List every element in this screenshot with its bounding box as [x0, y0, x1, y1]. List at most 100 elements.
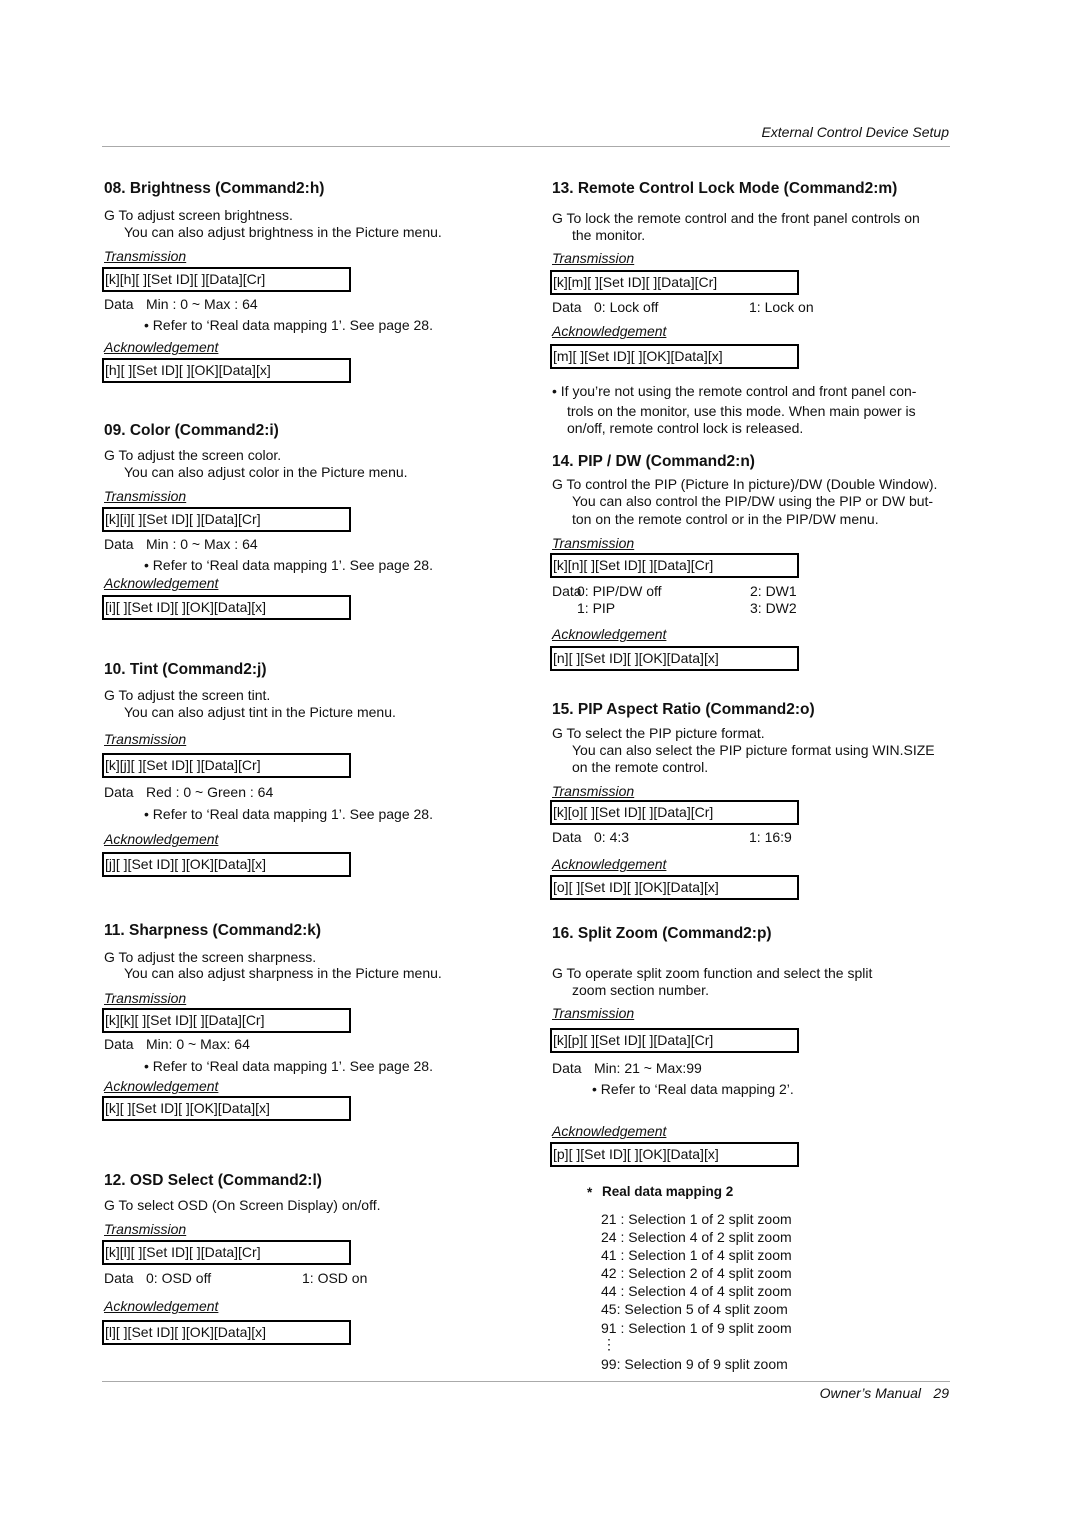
transmission-label: Transmission	[552, 1005, 635, 1021]
transmission-label: Transmission	[552, 250, 635, 266]
data-value-alt: 2: DW1	[750, 583, 797, 599]
acknowledgement-label: Acknowledgement	[104, 1078, 219, 1094]
note-line: • If you’re not using the remote control…	[552, 383, 917, 399]
description-line: G To control the PIP (Picture In picture…	[552, 476, 938, 492]
footer-label: Owner’s Manual	[819, 1385, 921, 1401]
acknowledgement-code-box: [o][ ][Set ID][ ][OK][Data][x]	[550, 875, 799, 900]
transmission-code-box: [k][m][ ][Set ID][ ][Data][Cr]	[550, 270, 799, 295]
description-line: You can also adjust brightness in the Pi…	[124, 224, 442, 240]
transmission-code-box: [k][h][ ][Set ID][ ][Data][Cr]	[102, 267, 351, 292]
section-title: 11. Sharpness (Command2:k)	[104, 922, 322, 939]
data-label: Data	[104, 536, 134, 552]
mapping-row: 99: Selection 9 of 9 split zoom	[601, 1356, 788, 1372]
acknowledgement-label: Acknowledgement	[552, 856, 667, 872]
transmission-label: Transmission	[104, 731, 187, 747]
data-value-alt: 1: 16:9	[749, 829, 792, 845]
section-title: 10. Tint (Command2:j)	[104, 661, 267, 678]
footer-divider	[102, 1381, 950, 1382]
transmission-code-box: [k][l][ ][Set ID][ ][Data][Cr]	[102, 1240, 351, 1265]
section-title: 13. Remote Control Lock Mode (Command2:m…	[552, 180, 898, 197]
transmission-label: Transmission	[104, 248, 187, 264]
section-title: 08. Brightness (Command2:h)	[104, 180, 325, 197]
note-line: • Refer to ‘Real data mapping 1’. See pa…	[144, 317, 433, 333]
acknowledgement-label: Acknowledgement	[552, 323, 667, 339]
data-label: Data	[104, 1036, 134, 1052]
description-line: G To select OSD (On Screen Display) on/o…	[104, 1197, 381, 1213]
section-title: 12. OSD Select (Command2:l)	[104, 1172, 322, 1189]
data-value: 0: 4:3	[594, 829, 630, 845]
data-label: Data	[104, 296, 134, 312]
description-line: the monitor.	[572, 227, 646, 243]
acknowledgement-code-box: [h][ ][Set ID][ ][OK][Data][x]	[102, 358, 351, 383]
description-line: zoom section number.	[572, 982, 709, 998]
transmission-label: Transmission	[104, 488, 187, 504]
description-line: You can also select the PIP picture form…	[572, 742, 935, 758]
description-line: G To adjust the screen color.	[104, 447, 282, 463]
transmission-label: Transmission	[104, 1221, 187, 1237]
acknowledgement-label: Acknowledgement	[552, 1123, 667, 1139]
transmission-code-box: [k][k][ ][Set ID][ ][Data][Cr]	[102, 1008, 351, 1033]
mapping-row: 45: Selection 5 of 4 split zoom	[601, 1301, 788, 1317]
mapping-title: Real data mapping 2	[602, 1184, 734, 1199]
acknowledgement-label: Acknowledgement	[104, 339, 219, 355]
acknowledgement-code-box: [m][ ][Set ID][ ][OK][Data][x]	[550, 344, 799, 369]
transmission-label: Transmission	[552, 535, 635, 551]
data-label: Data	[552, 1060, 582, 1076]
note-line: trols on the monitor, use this mode. Whe…	[567, 403, 916, 419]
data-label: Data	[552, 829, 582, 845]
acknowledgement-code-box: [l][ ][Set ID][ ][OK][Data][x]	[102, 1320, 351, 1345]
data-label: Data	[552, 299, 582, 315]
acknowledgement-code-box: [i][ ][Set ID][ ][OK][Data][x]	[102, 595, 351, 620]
data-value: 1: PIP	[577, 600, 616, 616]
transmission-code-box: [k][n][ ][Set ID][ ][Data][Cr]	[550, 553, 799, 578]
transmission-code-box: [k][i][ ][Set ID][ ][Data][Cr]	[102, 507, 351, 532]
description-line: G To operate split zoom function and sel…	[552, 965, 873, 981]
note-line: • Refer to ‘Real data mapping 2’.	[592, 1081, 794, 1097]
note-line: • Refer to ‘Real data mapping 1’. See pa…	[144, 557, 433, 573]
description-line: G To select the PIP picture format.	[552, 725, 765, 741]
data-value: 0: Lock off	[594, 299, 659, 315]
data-value: 0: OSD off	[146, 1270, 212, 1286]
acknowledgement-label: Acknowledgement	[552, 626, 667, 642]
acknowledgement-code-box: [n][ ][Set ID][ ][OK][Data][x]	[550, 646, 799, 671]
data-value: Min: 21 ~ Max:99	[594, 1060, 702, 1076]
mapping-row: 42 : Selection 2 of 4 split zoom	[601, 1265, 792, 1281]
mapping-row: 24 : Selection 4 of 2 split zoom	[601, 1229, 792, 1245]
data-value: Red : 0 ~ Green : 64	[146, 784, 274, 800]
mapping-row: 21 : Selection 1 of 2 split zoom	[601, 1211, 792, 1227]
note-line: • Refer to ‘Real data mapping 1’. See pa…	[144, 1058, 433, 1074]
mapping-row: 91 : Selection 1 of 9 split zoom	[601, 1320, 792, 1336]
mapping-row: 44 : Selection 4 of 4 split zoom	[601, 1283, 792, 1299]
page-number: 29	[933, 1385, 949, 1401]
data-value: Min: 0 ~ Max: 64	[146, 1036, 250, 1052]
section-title: 15. PIP Aspect Ratio (Command2:o)	[552, 701, 815, 718]
data-value-alt: 3: DW2	[750, 600, 797, 616]
description-line: ton on the remote control or in the PIP/…	[572, 511, 879, 527]
transmission-code-box: [k][o][ ][Set ID][ ][Data][Cr]	[550, 800, 799, 825]
section-title: 09. Color (Command2:i)	[104, 422, 279, 439]
note-line: on/off, remote control lock is released.	[567, 420, 804, 436]
description-line: G To adjust the screen sharpness.	[104, 949, 317, 965]
data-value: Min : 0 ~ Max : 64	[146, 536, 258, 552]
acknowledgement-code-box: [j][ ][Set ID][ ][OK][Data][x]	[102, 852, 351, 877]
acknowledgement-code-box: [p][ ][Set ID][ ][OK][Data][x]	[550, 1142, 799, 1167]
data-value-alt: 1: Lock on	[749, 299, 814, 315]
mapping-row: 41 : Selection 1 of 4 split zoom	[601, 1247, 792, 1263]
acknowledgement-label: Acknowledgement	[104, 1298, 219, 1314]
description-line: You can also adjust sharpness in the Pic…	[124, 965, 442, 981]
acknowledgement-label: Acknowledgement	[104, 831, 219, 847]
header-divider	[102, 146, 950, 147]
data-label: Data	[104, 1270, 134, 1286]
description-line: G To lock the remote control and the fro…	[552, 210, 920, 226]
note-line: • Refer to ‘Real data mapping 1’. See pa…	[144, 806, 433, 822]
section-title: 14. PIP / DW (Command2:n)	[552, 453, 755, 470]
description-line: on the remote control.	[572, 759, 709, 775]
transmission-label: Transmission	[552, 783, 635, 799]
data-label: Data	[104, 784, 134, 800]
transmission-label: Transmission	[104, 990, 187, 1006]
transmission-code-box: [k][j][ ][Set ID][ ][Data][Cr]	[102, 753, 351, 778]
section-title: 16. Split Zoom (Command2:p)	[552, 925, 772, 942]
description-line: G To adjust the screen tint.	[104, 687, 271, 703]
description-line: You can also control the PIP/DW using th…	[572, 493, 934, 509]
running-header: External Control Device Setup	[761, 124, 949, 140]
